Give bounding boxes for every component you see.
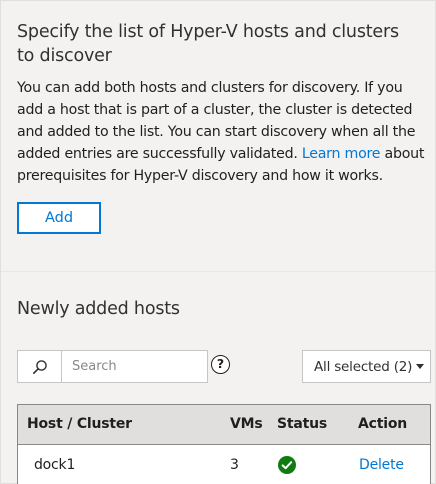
learn-more-link[interactable]: Learn more	[302, 146, 381, 162]
hosts-table: Host / Cluster VMs Status Action dock1 3…	[17, 404, 431, 484]
section-heading: Specify the list of Hyper-V hosts and cl…	[17, 22, 399, 66]
help-icon[interactable]: ?	[211, 355, 230, 374]
discovery-panel: Specify the list of Hyper-V hosts and cl…	[0, 0, 436, 484]
search-icon[interactable]	[18, 351, 62, 382]
column-header-action: Action	[358, 416, 408, 432]
status-filter-dropdown[interactable]: All selected (2)	[302, 350, 431, 383]
search-input[interactable]	[63, 351, 205, 382]
chevron-down-icon	[416, 364, 424, 369]
table-row: dock1 3 Delete	[18, 445, 430, 484]
filter-selected-label: All selected (2)	[314, 358, 413, 375]
column-header-host-cluster: Host / Cluster	[27, 416, 132, 432]
add-button[interactable]: Add	[17, 202, 101, 234]
check-circle-icon	[278, 456, 296, 474]
column-header-status: Status	[277, 416, 328, 432]
table-header: Host / Cluster VMs Status Action	[18, 405, 430, 445]
delete-link[interactable]: Delete	[359, 457, 404, 473]
hosts-heading: Newly added hosts	[17, 299, 180, 319]
specify-hosts-section: Specify the list of Hyper-V hosts and cl…	[1, 1, 435, 271]
section-description: You can add both hosts and clusters for …	[17, 77, 429, 187]
column-header-vms: VMs	[230, 416, 263, 432]
host-name-cell: dock1	[34, 457, 76, 473]
vms-count-cell: 3	[230, 457, 239, 473]
search-box[interactable]	[17, 350, 208, 383]
